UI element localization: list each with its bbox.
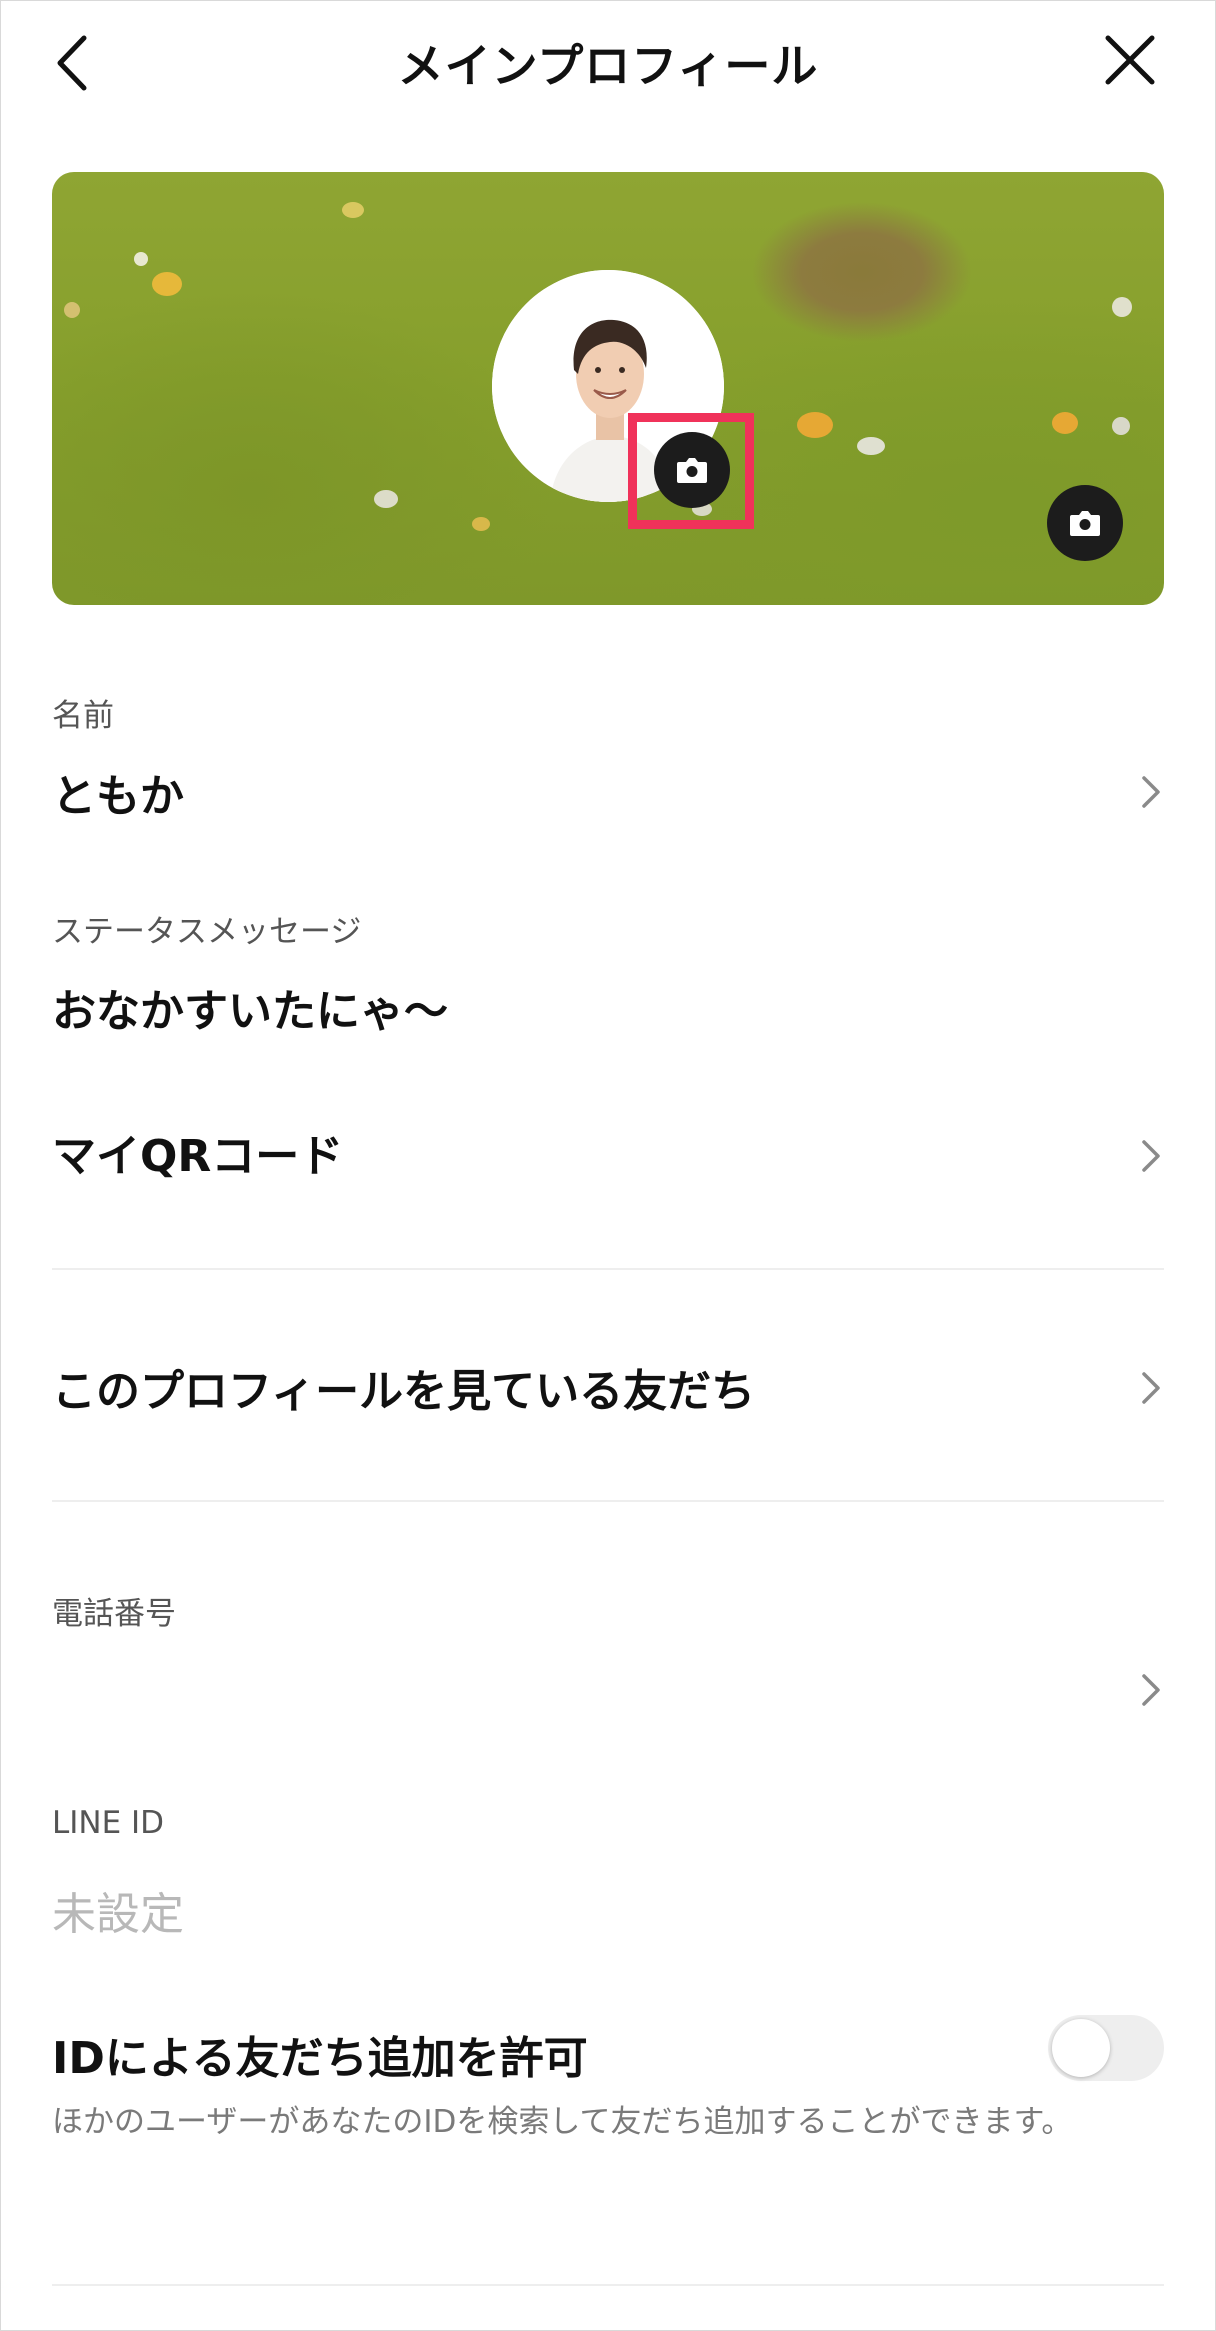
flower-decoration	[342, 202, 364, 218]
line-id-value[interactable]: 未設定	[52, 1878, 184, 1942]
flower-decoration	[797, 412, 833, 438]
allow-id-toggle[interactable]	[1048, 2015, 1164, 2081]
qr-code-label: マイQRコード	[52, 1131, 344, 1182]
chevron-right-icon	[1142, 776, 1160, 808]
chevron-right-icon	[1142, 1140, 1160, 1172]
flower-decoration	[1112, 297, 1132, 317]
allow-id-label: IDによる友だち追加を許可	[52, 2033, 588, 2084]
profile-viewers-label: このプロフィールを見ている友だち	[52, 1366, 756, 1417]
camera-icon	[1070, 511, 1100, 536]
name-value: ともか	[52, 771, 184, 822]
divider	[52, 1268, 1164, 1270]
flower-decoration	[64, 302, 80, 318]
allow-id-description: ほかのユーザーがあなたのIDを検索して友だち追加することができます。	[52, 2104, 1073, 2140]
cover-camera-button[interactable]	[1047, 485, 1123, 561]
name-row[interactable]	[52, 680, 1164, 840]
flower-decoration	[134, 252, 148, 266]
divider	[52, 1500, 1164, 1502]
name-label: 名前	[52, 698, 114, 734]
line-id-label: LINE ID	[52, 1805, 165, 1841]
toggle-knob	[1052, 2019, 1110, 2077]
flower-decoration	[1112, 417, 1130, 435]
chevron-right-icon	[1142, 1674, 1160, 1706]
close-icon	[1105, 35, 1155, 85]
header: メインプロフィール	[0, 0, 1216, 120]
flower-decoration	[152, 272, 182, 296]
close-button[interactable]	[1100, 30, 1160, 90]
page-title: メインプロフィール	[397, 39, 819, 93]
highlight-box	[628, 413, 754, 529]
divider	[52, 2284, 1164, 2286]
phone-row[interactable]	[52, 1575, 1164, 1725]
status-label: ステータスメッセージ	[52, 914, 362, 950]
phone-label: 電話番号	[52, 1596, 176, 1632]
chevron-right-icon	[1142, 1372, 1160, 1404]
flower-decoration	[472, 517, 490, 531]
flower-decoration	[1052, 412, 1078, 434]
flower-decoration	[857, 437, 885, 455]
flower-decoration	[374, 490, 398, 508]
status-value[interactable]: おなかすいたにゃ～	[52, 975, 448, 1039]
